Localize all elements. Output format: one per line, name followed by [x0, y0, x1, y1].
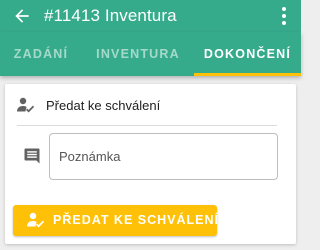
arrow-back-icon[interactable] [12, 6, 32, 26]
tab-dokonceni[interactable]: DOKONČENÍ [194, 32, 301, 76]
approval-card: Předat ke schválení PŘEDAT KE SCHVÁLENÍ [5, 84, 296, 244]
divider [17, 125, 277, 126]
person-check-icon [17, 97, 35, 113]
tab-bar: ZADÁNÍ INVENTURA DOKONČENÍ [0, 32, 301, 76]
page-title: #11413 Inventura [44, 6, 177, 25]
submit-for-approval-button[interactable]: PŘEDAT KE SCHVÁLENÍ [13, 205, 220, 236]
tab-active-indicator [194, 73, 301, 76]
app-bar: #11413 Inventura [0, 0, 301, 32]
person-check-icon [27, 212, 45, 228]
comment-icon [24, 148, 40, 164]
tab-zadani[interactable]: ZADÁNÍ [0, 32, 82, 76]
submit-button-label: PŘEDAT KE SCHVÁLENÍ [53, 213, 220, 227]
note-input[interactable] [49, 133, 278, 180]
tab-inventura[interactable]: INVENTURA [82, 32, 194, 76]
card-title: Předat ke schválení [46, 98, 161, 113]
more-vert-icon[interactable] [274, 5, 294, 27]
